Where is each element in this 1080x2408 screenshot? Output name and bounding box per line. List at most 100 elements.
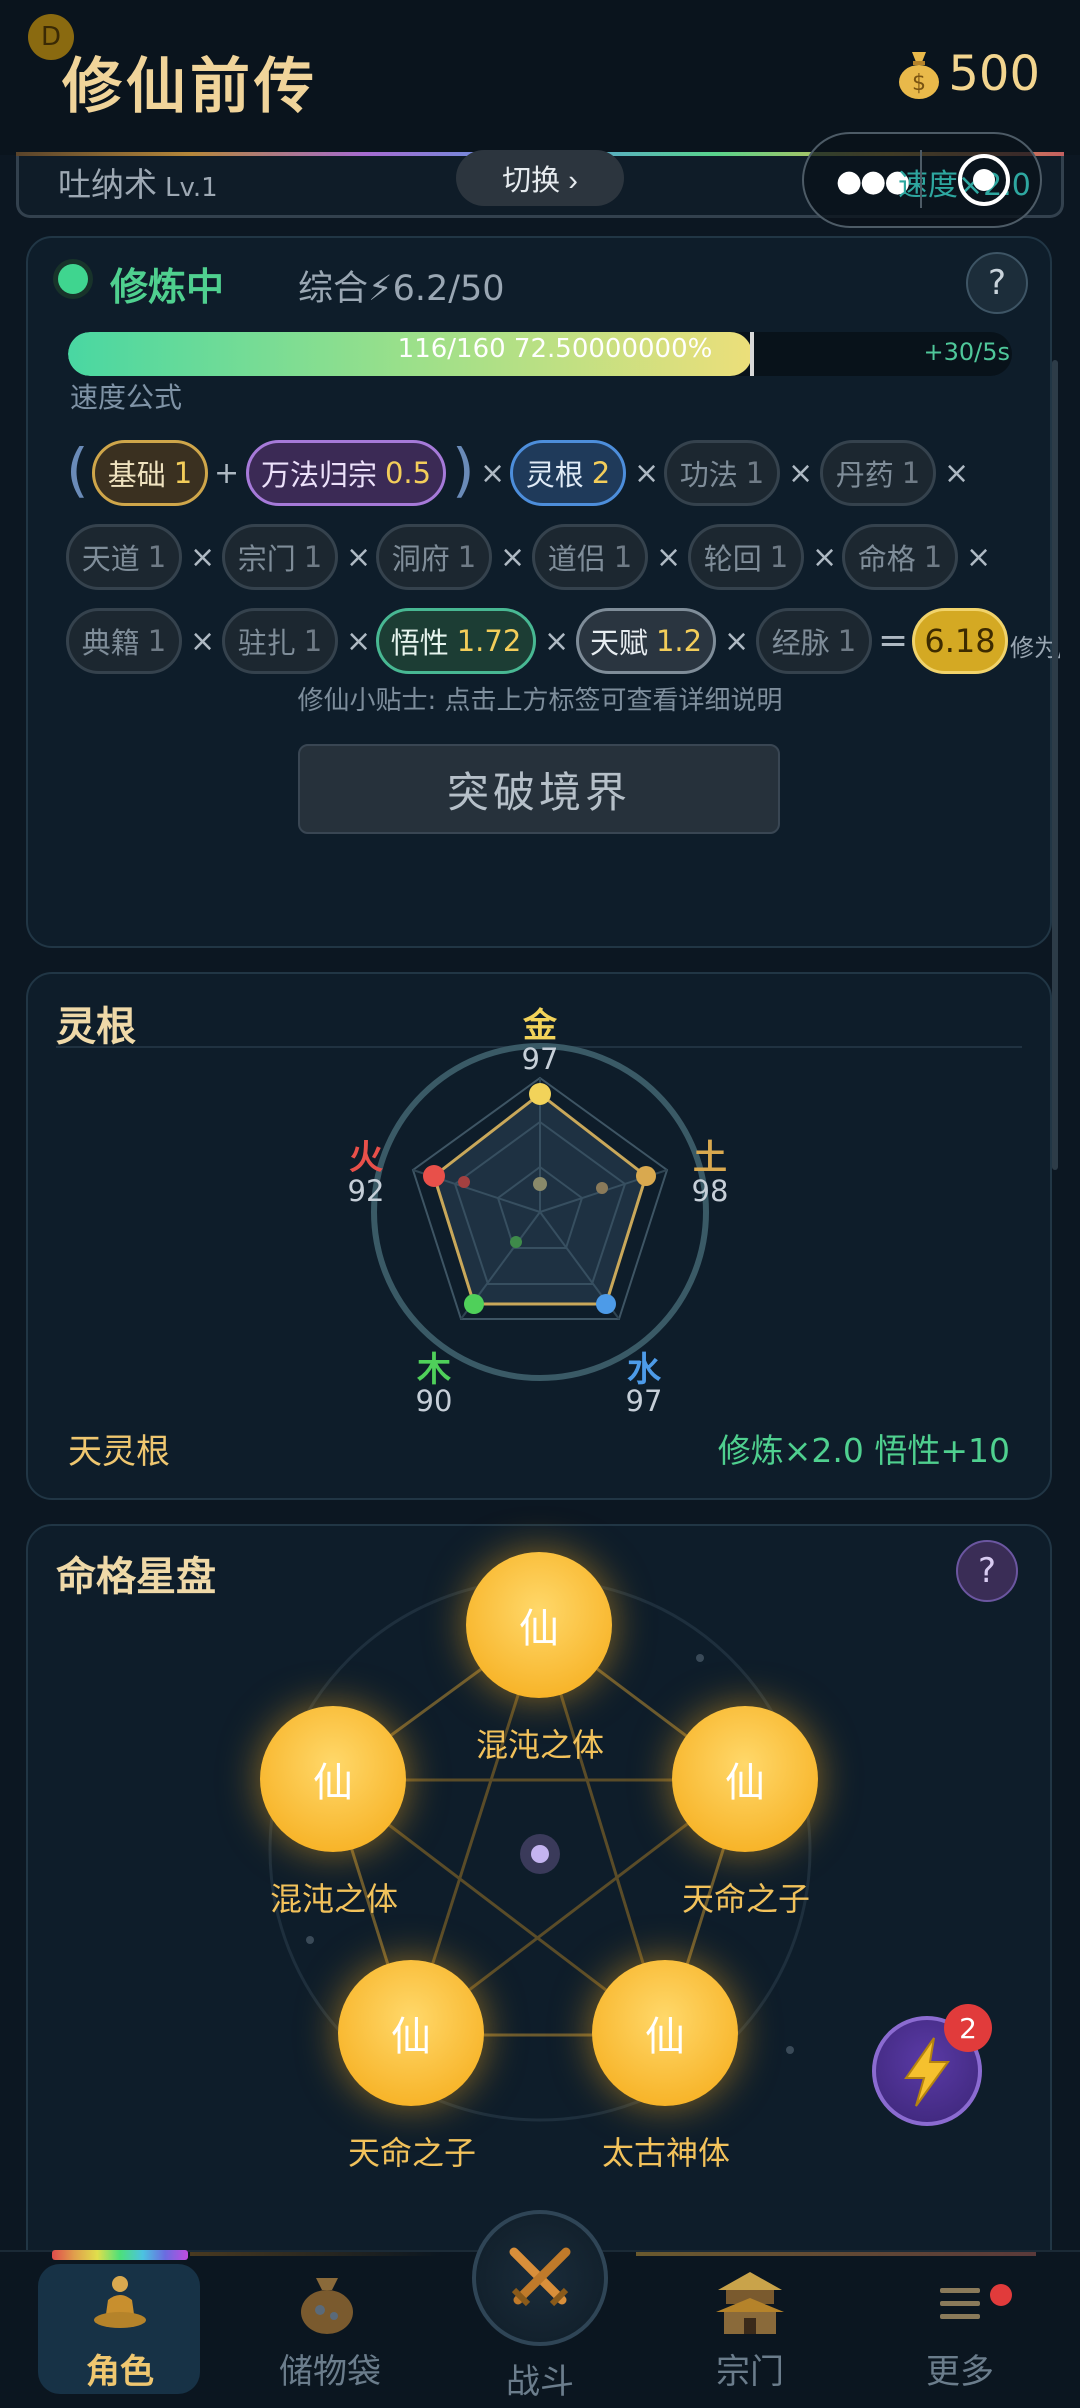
cultivation-help-button[interactable]: ?: [966, 252, 1028, 314]
chip-name: 灵根: [525, 458, 584, 492]
times-op: ×: [346, 624, 372, 659]
times-op: ×: [944, 456, 970, 491]
chip-name: 丹药: [835, 458, 894, 492]
chip-mingge[interactable]: 命格 1: [842, 524, 958, 590]
star-label: 混沌之体: [475, 1726, 604, 1764]
chip-name: 宗门: [237, 542, 296, 576]
earth-node: [636, 1166, 656, 1186]
metal-label: 金: [523, 1006, 557, 1046]
chip-dianji[interactable]: 典籍 1: [66, 608, 182, 674]
chip-name: 功法: [679, 458, 738, 492]
times-op: ×: [812, 540, 838, 575]
chip-value: 1: [147, 540, 167, 574]
chip-dongfu[interactable]: 洞府 1: [376, 524, 492, 590]
chip-value: 1: [457, 540, 477, 574]
nav-label-bag[interactable]: 储物袋: [250, 2344, 410, 2393]
star-label: 混沌之体: [269, 1880, 398, 1918]
fire-label: 火: [349, 1138, 383, 1178]
spirit-root-type: 天灵根: [68, 1432, 170, 1472]
plus-op: +: [214, 456, 240, 491]
destiny-help-button[interactable]: ?: [956, 1540, 1018, 1602]
chip-name: 驻扎: [237, 626, 296, 660]
chip-daolv[interactable]: 道侣 1: [532, 524, 648, 590]
cultivation-status: 修炼中: [110, 265, 225, 309]
chip-linggen[interactable]: 灵根 2: [510, 440, 626, 506]
chip-value: 1: [769, 540, 789, 574]
chip-jingmai[interactable]: 经脉 1: [756, 608, 872, 674]
tip-text: 修仙小贴士: 点击上方标签可查看详细说明: [297, 686, 783, 716]
wood-node: [464, 1294, 484, 1314]
times-op: ×: [190, 624, 216, 659]
chip-value: 1: [613, 540, 633, 574]
crossed-swords-icon: [509, 2247, 571, 2307]
sect-pagoda-icon[interactable]: [712, 2268, 788, 2338]
nav-label-battle[interactable]: 战斗: [460, 2354, 620, 2403]
app-title: 修仙前传: [62, 52, 318, 122]
chip-zongmen[interactable]: 宗门 1: [222, 524, 338, 590]
chip-value: 0.5: [384, 456, 432, 490]
coin-counter: $ 500: [896, 46, 1040, 102]
spirit-root-effect: 修炼×2.0 悟性+10: [717, 1431, 1010, 1470]
money-bag-icon: $: [899, 52, 940, 99]
spirit-root-title: 灵根: [56, 1004, 136, 1050]
left-paren: (: [66, 436, 89, 504]
water-node: [596, 1294, 616, 1314]
times-op: ×: [190, 540, 216, 575]
chip-base[interactable]: 基础 1: [92, 440, 208, 506]
chip-value: 1: [147, 624, 167, 658]
chip-name: 洞府: [391, 542, 450, 576]
chip-name: 命格: [857, 542, 916, 576]
speed-result[interactable]: 6.18: [912, 608, 1008, 674]
chip-name: 天赋: [589, 626, 648, 660]
notification-badge: 2: [944, 2004, 992, 2052]
nav-accent-line: [190, 2252, 440, 2256]
nav-label-sect[interactable]: 宗门: [670, 2344, 830, 2393]
nav-accent: [52, 2250, 188, 2260]
breakthrough-button[interactable]: 突破境界: [298, 744, 780, 834]
times-op: ×: [634, 456, 660, 491]
chip-tiandao[interactable]: 天道 1: [66, 524, 182, 590]
chip-value: 1: [837, 624, 857, 658]
menu-lines-icon[interactable]: [936, 2282, 984, 2326]
scrollbar[interactable]: [1052, 360, 1058, 1170]
storage-bag-icon[interactable]: [292, 2268, 362, 2338]
more-notification-dot: [990, 2284, 1012, 2306]
formula-label: 速度公式: [70, 381, 183, 414]
chip-gongfa[interactable]: 功法 1: [664, 440, 780, 506]
nav-accent-line: [636, 2252, 1036, 2256]
earth-value: 98: [691, 1174, 729, 1208]
star-node[interactable]: 仙: [338, 1960, 484, 2106]
chip-tianfu[interactable]: 天赋 1.2: [576, 608, 716, 674]
chip-zhuzha[interactable]: 驻扎 1: [222, 608, 338, 674]
earth-label: 土: [693, 1138, 727, 1178]
chip-name: 悟性: [390, 626, 449, 660]
chip-lunhui[interactable]: 轮回 1: [688, 524, 804, 590]
nav-label-character: 角色: [86, 2352, 154, 2392]
technique-name-text: 吐纳术: [58, 165, 157, 204]
chip-wuxing[interactable]: 悟性 1.72: [376, 608, 536, 674]
star-node[interactable]: 仙: [466, 1552, 612, 1698]
star-node[interactable]: 仙: [260, 1706, 406, 1852]
star-label: 天命之子: [347, 2134, 476, 2172]
times-op: ×: [544, 624, 570, 659]
chip-value: 2: [591, 456, 611, 490]
right-paren: ): [452, 436, 475, 504]
switch-technique-button[interactable]: 切换 ›: [456, 150, 624, 206]
status-dot-icon: [58, 264, 88, 294]
overall-stat: 综合⚡6.2/50: [298, 269, 505, 309]
technique-name: 吐纳术 Lv.1: [58, 158, 218, 206]
close-target-icon[interactable]: [958, 154, 1010, 206]
coin-value: 500: [948, 46, 1040, 102]
nav-label-more[interactable]: 更多: [880, 2344, 1040, 2393]
times-op: ×: [656, 540, 682, 575]
chip-name: 典籍: [81, 626, 140, 660]
star-node[interactable]: 仙: [592, 1960, 738, 2106]
equals-op: =: [878, 620, 909, 661]
wood-value: 90: [415, 1384, 453, 1418]
chip-value: 1.2: [655, 624, 703, 658]
chip-value: 1.72: [456, 624, 522, 658]
chip-wanfa[interactable]: 万法归宗 0.5: [246, 440, 446, 506]
chip-danyao[interactable]: 丹药 1: [820, 440, 936, 506]
svg-text:$: $: [912, 71, 926, 96]
star-node[interactable]: 仙: [672, 1706, 818, 1852]
